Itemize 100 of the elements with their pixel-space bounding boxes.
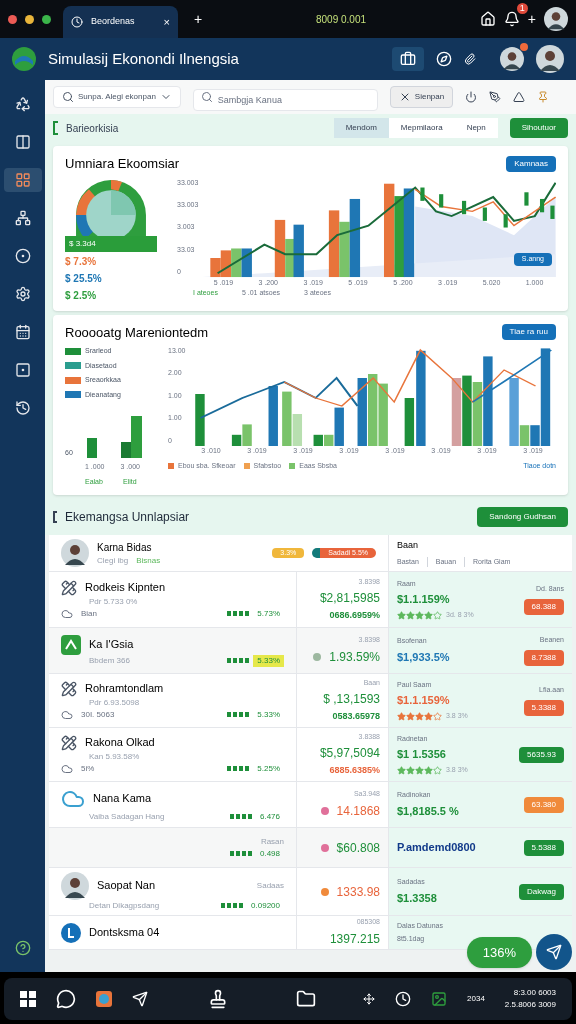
add-button[interactable]: + [527, 8, 536, 30]
row-title: Nana Kama [93, 791, 152, 807]
profile-subtitle: Clegi ibg [97, 554, 129, 567]
row-title: Rohramtondlam [85, 681, 164, 697]
chart-bar [329, 209, 340, 277]
chart-button[interactable]: Tiae ra ruu [501, 324, 556, 341]
amount: P.amdemd0800 [397, 840, 476, 856]
chart-bar [472, 382, 482, 446]
primary-button[interactable]: Sandong Gudhsan [477, 507, 568, 527]
segment-tab[interactable]: Mendom [333, 118, 389, 138]
level-squares-icon [227, 712, 250, 718]
windows-icon[interactable] [20, 991, 36, 1007]
cloud-icon [61, 762, 73, 775]
star-icon [433, 765, 442, 775]
candle [439, 193, 444, 207]
indicator-value: 0.498 [258, 847, 281, 860]
home-icon[interactable] [479, 11, 496, 27]
amount: $1.3358 [397, 890, 437, 906]
candle [420, 187, 425, 201]
avatar[interactable] [536, 45, 564, 73]
sketch-icon [61, 579, 77, 596]
send-icon[interactable] [132, 991, 148, 1007]
avatar[interactable] [500, 47, 524, 71]
segment-tab[interactable]: Nepn [454, 118, 498, 138]
folder-icon[interactable] [296, 989, 316, 1009]
chart-button[interactable]: Kamnaas [506, 155, 556, 172]
action-button[interactable]: Sienpan [389, 86, 454, 108]
legend-value: $ 2.5% [65, 288, 97, 303]
paperclip-icon[interactable] [464, 53, 476, 65]
row-title: Dontsksma 04 [89, 925, 160, 941]
compose-button[interactable] [536, 934, 572, 970]
tab-close-button[interactable]: × [163, 13, 170, 31]
avatar[interactable] [61, 871, 89, 900]
sketch-icon [61, 680, 77, 697]
briefcase-button[interactable] [392, 47, 424, 71]
chat-icon[interactable] [56, 989, 76, 1009]
new-tab-button[interactable]: + [194, 8, 203, 30]
clock-time: 8:3.00 6003 [513, 987, 556, 999]
amount: $1,933.5% [397, 649, 450, 665]
donut-label: $ 3.3d4 [65, 235, 157, 252]
row-meta: 30I. 5063 [81, 708, 115, 721]
profile-name: Karna Bidas [97, 540, 153, 555]
profile-icon [61, 922, 81, 943]
chart-bar [231, 248, 242, 277]
bell-icon[interactable] [503, 11, 520, 27]
primary-button[interactable]: Sihoutuor [509, 118, 568, 138]
avatar[interactable] [544, 7, 568, 31]
sidebar-item[interactable] [3, 168, 42, 192]
sub-amount: 6885.6385% [329, 764, 380, 777]
segment-tab[interactable]: Mepmilaora [388, 118, 455, 138]
clock-icon[interactable] [395, 991, 412, 1007]
browser-tab[interactable]: Beordenas × [63, 6, 178, 38]
pen-icon[interactable] [489, 91, 502, 103]
column-title: Baan [397, 539, 420, 552]
maximize-button[interactable] [42, 14, 51, 24]
amount: 1397.215 [329, 930, 380, 948]
tab-title: Beordenas [91, 15, 136, 29]
level-squares-icon [227, 658, 250, 663]
row-title: Rodkeis Kipnten [85, 580, 166, 596]
chart-bar [367, 374, 377, 446]
status-badge: 8.7388 [523, 649, 564, 666]
table-row[interactable]: Rasan 0.498 $60.808 P.amdemd0800 5.5388 [49, 828, 572, 868]
avatar[interactable] [61, 539, 89, 567]
status-badge: 63.380 [523, 796, 564, 813]
level-squares-icon [229, 814, 252, 819]
candle [524, 191, 529, 206]
history-icon [14, 400, 31, 416]
row-subtitle: Bbdem 366 [88, 654, 130, 667]
star-icon [406, 711, 415, 721]
amount: 1333.98 [336, 883, 380, 901]
amount: 1.93.59% [329, 648, 380, 666]
status-badge: 5.5388 [523, 839, 564, 856]
close-button[interactable] [8, 14, 17, 24]
sub-amount: 0583.65978 [332, 710, 380, 723]
search-field[interactable]: Sambgja Kanua [192, 89, 378, 111]
amount: $60.808 [336, 839, 380, 857]
power-icon[interactable] [465, 91, 478, 103]
cloud-icon [61, 708, 73, 721]
help-icon[interactable] [14, 940, 31, 956]
status-badge: 5.3388 [523, 699, 564, 716]
amount: $5,97,5094 [319, 745, 380, 762]
candle [462, 200, 467, 214]
pin-icon[interactable] [537, 91, 550, 103]
triangle-icon[interactable] [513, 91, 526, 103]
status-badge: 68.388 [523, 598, 564, 615]
chart-bar [268, 386, 278, 446]
card-title: Umniara Ekoomsiar [65, 155, 180, 173]
minimize-button[interactable] [25, 14, 34, 24]
search-icon [62, 91, 74, 103]
row-subtitle: Pdr 5.733 0% [88, 595, 138, 608]
tray-text: 2034 [467, 993, 485, 1005]
star-icon [424, 765, 433, 775]
stamp-icon[interactable] [208, 989, 228, 1009]
filter-dropdown[interactable]: Sunpa. Alegi ekonpan [53, 86, 181, 108]
amount: $ ,13,1593 [323, 691, 380, 708]
move-icon[interactable] [363, 993, 376, 1005]
image-icon[interactable] [431, 991, 448, 1007]
chart-bar [293, 224, 305, 277]
compass-icon[interactable] [436, 51, 452, 67]
chart-bar [86, 438, 97, 458]
